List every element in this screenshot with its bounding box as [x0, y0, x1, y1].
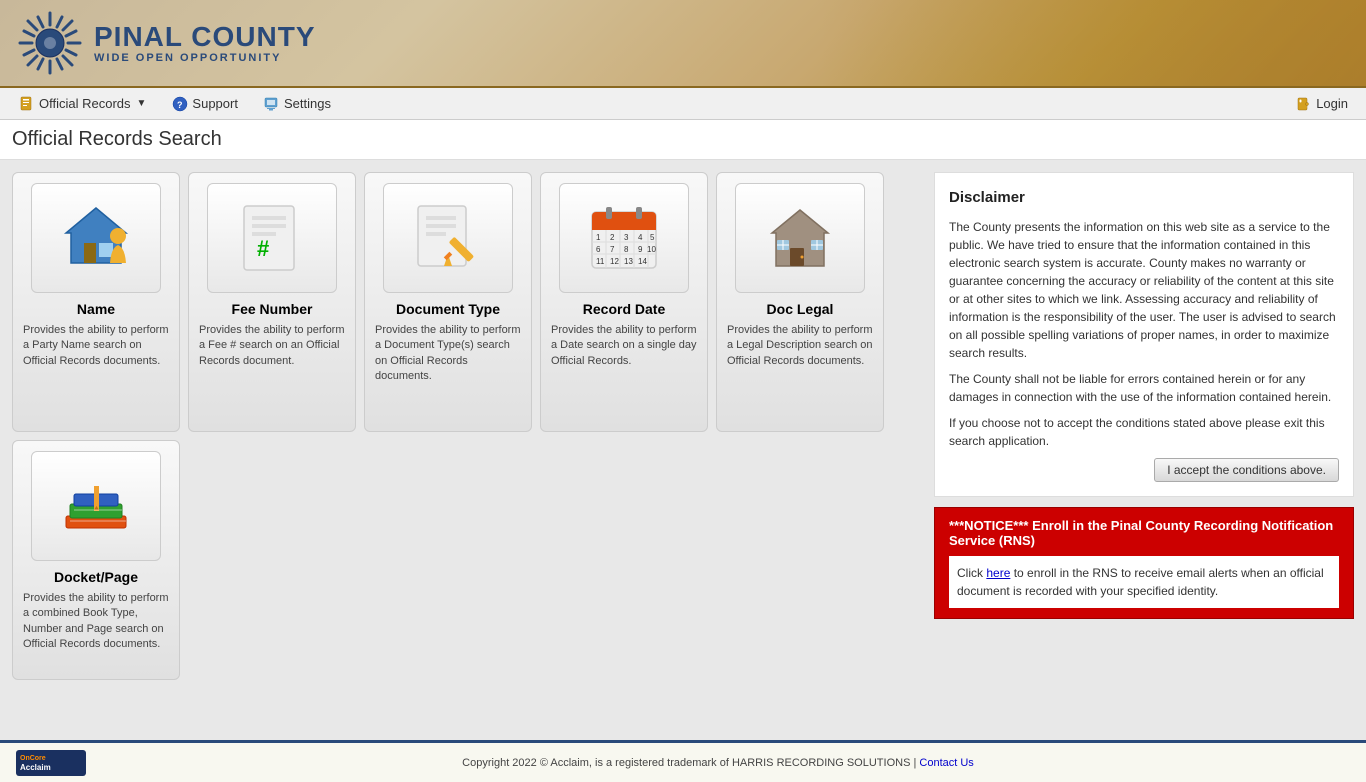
- footer-brand: OnCore Acclaim: [16, 750, 86, 776]
- name-icon: [56, 198, 136, 278]
- notice-rns-link[interactable]: here: [986, 566, 1010, 580]
- page-title-bar: Official Records Search: [0, 120, 1366, 160]
- search-cards-row1: Name Provides the ability to perform a P…: [12, 172, 922, 432]
- nav-login[interactable]: Login: [1286, 92, 1358, 116]
- document-type-card-icon-box: [383, 183, 513, 293]
- svg-text:6: 6: [596, 245, 601, 254]
- footer: OnCore Acclaim Copyright 2022 © Acclaim,…: [0, 740, 1366, 782]
- svg-text:#: #: [257, 236, 269, 261]
- notice-box: ***NOTICE*** Enroll in the Pinal County …: [934, 507, 1354, 619]
- search-options: Name Provides the ability to perform a P…: [12, 172, 922, 728]
- fee-number-card-title: Fee Number: [232, 301, 313, 317]
- svg-text:7: 7: [610, 245, 615, 254]
- docket-page-icon: [56, 466, 136, 546]
- sidebar: Disclaimer The County presents the infor…: [934, 172, 1354, 728]
- svg-text:Acclaim: Acclaim: [20, 763, 51, 772]
- oncore-acclaim-logo: OnCore Acclaim: [16, 750, 86, 776]
- record-date-icon: 1 2 3 4 5 6 7 8 9 10 11 12 13 14: [584, 198, 664, 278]
- support-icon: ?: [172, 96, 188, 112]
- fee-number-card-desc: Provides the ability to perform a Fee # …: [199, 323, 345, 369]
- svg-text:11: 11: [596, 257, 605, 266]
- svg-text:5: 5: [650, 233, 655, 242]
- svg-text:?: ?: [177, 100, 183, 110]
- svg-text:8: 8: [624, 245, 629, 254]
- document-type-card-desc: Provides the ability to perform a Docume…: [375, 323, 521, 385]
- notice-body-before: Click: [957, 566, 986, 580]
- settings-icon: [264, 96, 280, 112]
- name-card-desc: Provides the ability to perform a Party …: [23, 323, 169, 369]
- doc-legal-icon: [760, 198, 840, 278]
- fee-number-card-icon-box: #: [207, 183, 337, 293]
- svg-text:14: 14: [638, 257, 647, 266]
- record-date-card-desc: Provides the ability to perform a Date s…: [551, 323, 697, 369]
- nav-support[interactable]: ? Support: [161, 91, 249, 117]
- notice-body-after: to enroll in the RNS to receive email al…: [957, 566, 1324, 598]
- footer-copyright: Copyright 2022 © Acclaim, is a registere…: [462, 757, 919, 769]
- nav-support-label: Support: [192, 96, 238, 111]
- navbar: Official Records ▼ ? Support Settings Lo…: [0, 88, 1366, 120]
- record-date-card-icon-box: 1 2 3 4 5 6 7 8 9 10 11 12 13 14: [559, 183, 689, 293]
- dropdown-arrow-icon: ▼: [137, 98, 147, 109]
- accept-conditions-button[interactable]: I accept the conditions above.: [1154, 458, 1339, 482]
- search-card-doc-legal[interactable]: Doc Legal Provides the ability to perfor…: [716, 172, 884, 432]
- login-icon: [1296, 96, 1312, 112]
- doc-legal-card-icon-box: [735, 183, 865, 293]
- disclaimer-p1: The County presents the information on t…: [949, 218, 1339, 362]
- document-type-icon: [408, 198, 488, 278]
- disclaimer-p2: The County shall not be liable for error…: [949, 370, 1339, 406]
- search-card-fee-number[interactable]: # Fee Number Provides the ability to per…: [188, 172, 356, 432]
- svg-text:3: 3: [624, 233, 629, 242]
- nav-settings[interactable]: Settings: [253, 91, 342, 117]
- pinal-county-logo-icon: [16, 9, 84, 77]
- logo-text: PINAL COUNTY WIDE OPEN OPPORTUNITY: [94, 22, 316, 65]
- disclaimer-box: Disclaimer The County presents the infor…: [934, 172, 1354, 497]
- fee-number-icon: #: [232, 198, 312, 278]
- name-card-icon-box: [31, 183, 161, 293]
- logo-title: PINAL COUNTY: [94, 22, 316, 53]
- name-card-title: Name: [77, 301, 115, 317]
- svg-text:4: 4: [638, 233, 643, 242]
- nav-left: Official Records ▼ ? Support Settings: [8, 91, 342, 117]
- svg-text:10: 10: [647, 245, 656, 254]
- svg-text:12: 12: [610, 257, 619, 266]
- doc-legal-card-desc: Provides the ability to perform a Legal …: [727, 323, 873, 369]
- disclaimer-p3: If you choose not to accept the conditio…: [949, 414, 1339, 450]
- nav-official-records-label: Official Records: [39, 96, 131, 111]
- nav-settings-label: Settings: [284, 96, 331, 111]
- doc-legal-card-title: Doc Legal: [767, 301, 834, 317]
- nav-login-label: Login: [1316, 96, 1348, 111]
- logo-subtitle: WIDE OPEN OPPORTUNITY: [94, 52, 316, 64]
- notice-body: Click here to enroll in the RNS to recei…: [949, 556, 1339, 608]
- svg-text:13: 13: [624, 257, 633, 266]
- nav-official-records[interactable]: Official Records ▼: [8, 91, 157, 117]
- search-card-document-type[interactable]: Document Type Provides the ability to pe…: [364, 172, 532, 432]
- docket-page-card-desc: Provides the ability to perform a combin…: [23, 591, 169, 653]
- logo-area: PINAL COUNTY WIDE OPEN OPPORTUNITY: [16, 9, 316, 77]
- official-records-icon: [19, 96, 35, 112]
- svg-text:2: 2: [610, 233, 615, 242]
- footer-contact-link[interactable]: Contact Us: [919, 757, 973, 769]
- docket-page-card-icon-box: [31, 451, 161, 561]
- svg-text:9: 9: [638, 245, 643, 254]
- disclaimer-title: Disclaimer: [949, 187, 1339, 210]
- search-card-name[interactable]: Name Provides the ability to perform a P…: [12, 172, 180, 432]
- docket-page-card-title: Docket/Page: [54, 569, 138, 585]
- notice-title: ***NOTICE*** Enroll in the Pinal County …: [949, 518, 1339, 548]
- header: PINAL COUNTY WIDE OPEN OPPORTUNITY: [0, 0, 1366, 88]
- main-content: Name Provides the ability to perform a P…: [0, 160, 1366, 740]
- svg-text:1: 1: [596, 233, 601, 242]
- search-cards-row2: Docket/Page Provides the ability to perf…: [12, 440, 922, 680]
- page-title: Official Records Search: [12, 128, 1354, 151]
- svg-text:OnCore: OnCore: [20, 755, 46, 762]
- footer-text: Copyright 2022 © Acclaim, is a registere…: [86, 757, 1350, 769]
- search-card-docket-page[interactable]: Docket/Page Provides the ability to perf…: [12, 440, 180, 680]
- record-date-card-title: Record Date: [583, 301, 665, 317]
- document-type-card-title: Document Type: [396, 301, 500, 317]
- search-card-record-date[interactable]: 1 2 3 4 5 6 7 8 9 10 11 12 13 14: [540, 172, 708, 432]
